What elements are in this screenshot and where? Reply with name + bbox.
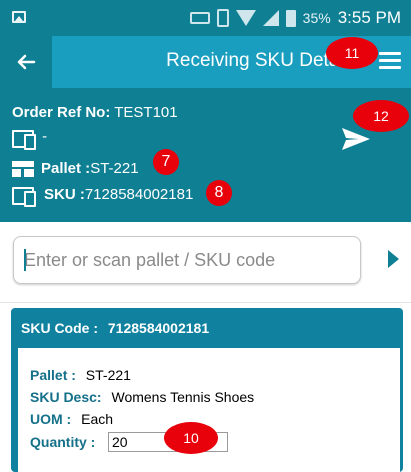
card-desc-row: SKU Desc: Womens Tennis Shoes	[30, 389, 254, 405]
order-ref-row: Order Ref No: TEST101	[12, 104, 178, 121]
signal-icon	[262, 10, 279, 26]
sku-code-label: SKU Code :	[21, 320, 98, 336]
card-quantity-row: Quantity :	[30, 434, 95, 450]
card-pallet-label: Pallet :	[30, 367, 76, 383]
card-uom-label: UOM :	[30, 411, 72, 427]
clock: 3:55 PM	[337, 8, 401, 27]
sku-card-header: SKU Code : 7128584002181	[21, 320, 209, 336]
scan-area	[0, 222, 411, 302]
annotation-badge-10: 10	[164, 422, 218, 454]
pallet-icon	[12, 160, 34, 177]
order-ref-value: TEST101	[114, 104, 178, 121]
annotation-badge-8: 8	[206, 180, 232, 206]
text-caret	[24, 249, 26, 271]
sku-row: SKU :7128584002181	[12, 185, 194, 207]
app-header: Receiving SKU Detail 11	[0, 36, 411, 88]
pallet-row: Pallet :ST-221	[12, 160, 139, 177]
devices-icon	[12, 128, 38, 151]
battery-icon	[285, 9, 296, 27]
back-button[interactable]	[10, 46, 42, 78]
order-ref-label: Order Ref No:	[12, 104, 111, 121]
sku-card-body: Pallet : ST-221 SKU Desc: Womens Tennis …	[18, 348, 400, 472]
arrow-left-icon	[17, 54, 36, 70]
annotation-badge-11: 11	[326, 37, 378, 69]
pallet-label: Pallet :	[41, 160, 91, 177]
sku-code-value: 7128584002181	[107, 320, 210, 336]
card-pallet-row: Pallet : ST-221	[30, 367, 131, 383]
card-uom-row: UOM : Each	[30, 411, 113, 427]
scan-input[interactable]	[13, 236, 361, 284]
device-value: -	[42, 128, 48, 145]
sku-value: 7128584002181	[84, 185, 194, 203]
annotation-badge-7: 7	[153, 149, 179, 175]
status-bar: 35% 3:55 PM	[0, 0, 411, 36]
keyboard-icon	[189, 12, 210, 24]
card-pallet-value: ST-221	[85, 367, 131, 383]
devices-icon	[12, 185, 38, 207]
annotation-badge-12: 12	[353, 100, 409, 132]
menu-button[interactable]	[379, 52, 401, 70]
wifi-icon	[235, 10, 256, 26]
status-icons: 35% 3:55 PM	[189, 8, 401, 28]
order-info-section: Order Ref No: TEST101 - Pallet :ST-221 7…	[0, 88, 411, 222]
device-row: -	[12, 128, 48, 151]
sku-card: SKU Code : 7128584002181 Pallet : ST-221…	[11, 308, 403, 472]
play-arrow-icon[interactable]	[388, 250, 399, 268]
card-desc-value: Womens Tennis Shoes	[111, 389, 255, 405]
battery-percent: 35%	[302, 10, 331, 26]
card-desc-label: SKU Desc:	[30, 389, 102, 405]
image-icon	[12, 11, 26, 23]
card-uom-value: Each	[81, 411, 114, 427]
vibrate-icon	[216, 9, 229, 27]
divider	[0, 302, 411, 303]
menu-icon	[379, 52, 401, 55]
sku-label: SKU :	[44, 185, 85, 203]
card-quantity-label: Quantity :	[30, 434, 96, 450]
pallet-value: ST-221	[90, 160, 139, 177]
